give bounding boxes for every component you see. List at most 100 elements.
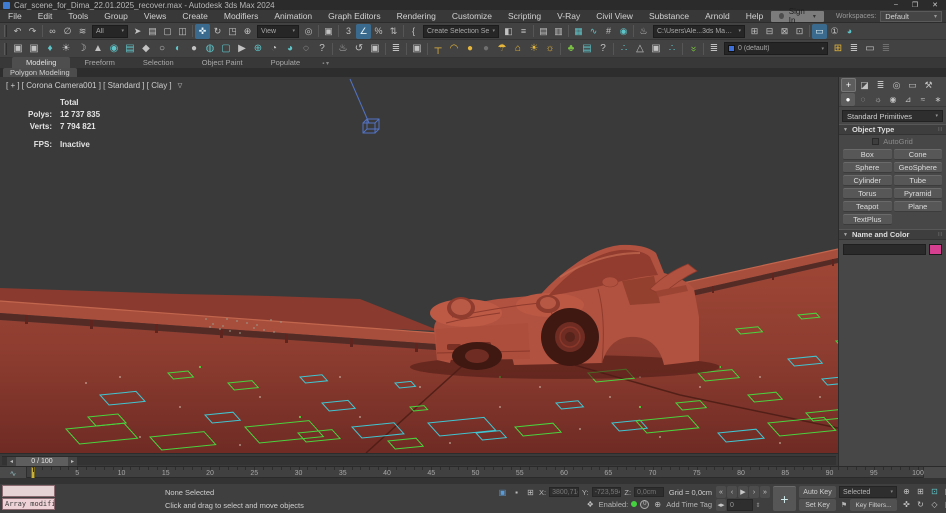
corona-light-disabled-icon[interactable]: ● xyxy=(478,41,494,57)
select-object-icon[interactable]: ➤ xyxy=(130,24,145,39)
object-type-geosphere-button[interactable]: GeoSphere xyxy=(894,162,943,173)
previous-frame-button[interactable]: ‹ xyxy=(727,486,737,498)
selection-lock-icon[interactable]: ▪ xyxy=(511,487,522,498)
corona-light-icon[interactable]: ♦ xyxy=(42,41,58,57)
align-icon[interactable]: ≡ xyxy=(516,24,531,39)
current-frame-field[interactable]: 0 xyxy=(727,499,753,511)
display-tab[interactable]: ▭ xyxy=(905,78,920,92)
menu-customize[interactable]: Customize xyxy=(444,11,500,21)
corona-sun-rays-icon[interactable]: ☼ xyxy=(542,41,558,57)
select-and-move-icon[interactable]: ✜ xyxy=(195,24,210,39)
ribbon-tab-object-paint[interactable]: Object Paint xyxy=(188,57,257,68)
add-time-tag-label[interactable]: Add Time Tag xyxy=(666,500,712,509)
pan-icon[interactable]: ✜ xyxy=(900,499,913,511)
filter-icon[interactable]: ∇ xyxy=(178,82,183,90)
window-crossing-icon[interactable]: ◫ xyxy=(175,24,190,39)
object-type-sphere-button[interactable]: Sphere xyxy=(843,162,892,173)
video-icon[interactable]: ▶ xyxy=(234,41,250,57)
percent-snap-icon[interactable]: % xyxy=(371,24,386,39)
go-to-end-button[interactable]: » xyxy=(760,486,770,498)
workspaces-dropdown[interactable]: Default ▾ xyxy=(880,11,942,22)
ribbon-config-icon[interactable]: ▪ ▾ xyxy=(322,60,329,68)
sphere-icon[interactable]: ● xyxy=(186,41,202,57)
menu-graph-editors[interactable]: Graph Editors xyxy=(320,11,388,21)
time-slider-value[interactable]: 0 / 100 xyxy=(16,457,68,466)
eye-icon[interactable]: ◔ xyxy=(266,41,282,57)
curve-editor-icon[interactable]: ∿ xyxy=(586,24,601,39)
cluster-icon[interactable]: ∴ xyxy=(664,41,680,57)
target-icon[interactable]: ⊕ xyxy=(250,41,266,57)
viewport-label[interactable]: [ + ] [ Corona Camera001 ] [ Standard ] … xyxy=(6,81,182,90)
object-type-plane-button[interactable]: Plane xyxy=(894,201,943,212)
name-and-color-rollout[interactable]: ▼ Name and Color ∷ xyxy=(839,229,946,240)
named-selection-sets-icon[interactable]: { xyxy=(406,24,421,39)
z-coordinate-field[interactable]: 0,0cm xyxy=(634,487,664,497)
select-and-place-icon[interactable]: ⊕ xyxy=(240,24,255,39)
swoosh-icon[interactable]: ↺ xyxy=(351,41,367,57)
bulb-icon[interactable]: ◍ xyxy=(202,41,218,57)
spinner-snap-icon[interactable]: ⇅ xyxy=(386,24,401,39)
menu-rendering[interactable]: Rendering xyxy=(389,11,444,21)
teapot-icon[interactable]: ♨ xyxy=(335,41,351,57)
render-setup-icon[interactable]: ♨ xyxy=(636,24,651,39)
sign-in-button[interactable]: Sign In ▾ xyxy=(771,11,824,22)
menu-substance[interactable]: Substance xyxy=(641,11,697,21)
named-sets-dropdown[interactable]: Create Selection Se▾ xyxy=(423,25,499,38)
zoom-extents-icon[interactable]: ⊡ xyxy=(928,486,941,498)
spacewarps-category[interactable]: ≈ xyxy=(916,93,930,106)
layers-stack-icon[interactable]: ≣ xyxy=(388,41,404,57)
ribbon-tab-freeform[interactable]: Freeform xyxy=(70,57,128,68)
ribbon-toggle-icon[interactable]: ▦ xyxy=(571,24,586,39)
select-and-scale-icon[interactable]: ◳ xyxy=(225,24,240,39)
object-type-teapot-button[interactable]: Teapot xyxy=(843,201,892,212)
bind-to-spacewarp-icon[interactable]: ≋ xyxy=(75,24,90,39)
sun-icon[interactable]: ☀ xyxy=(58,41,74,57)
orbit-icon[interactable]: ↻ xyxy=(914,499,927,511)
ribbon-tab-modeling[interactable]: Modeling xyxy=(12,57,70,68)
zoom-icon[interactable]: ⊕ xyxy=(900,486,913,498)
menu-animation[interactable]: Animation xyxy=(266,11,320,21)
notes-icon[interactable]: ▤ xyxy=(579,41,595,57)
use-pivot-center-icon[interactable]: ◎ xyxy=(301,24,316,39)
scene-explorer-icon[interactable]: ▤ xyxy=(536,24,551,39)
forest-pack-icon[interactable]: » xyxy=(685,41,701,57)
key-mode-toggle-icon[interactable]: ◂▸ xyxy=(716,499,726,511)
menu-civil-view[interactable]: Civil View xyxy=(588,11,641,21)
menu-v-ray[interactable]: V-Ray xyxy=(549,11,588,21)
menu-arnold[interactable]: Arnold xyxy=(697,11,738,21)
lights-category[interactable]: ☼ xyxy=(871,93,885,106)
menu-group[interactable]: Group xyxy=(96,11,136,21)
shapes-category[interactable]: ◌ xyxy=(856,93,870,106)
camera-classic-icon[interactable]: ▣ xyxy=(409,41,425,57)
go-to-start-button[interactable]: « xyxy=(716,486,726,498)
maximize-button[interactable]: ❐ xyxy=(912,1,918,9)
angle-snap-icon[interactable]: ∠ xyxy=(356,24,371,39)
autogrid-checkbox[interactable] xyxy=(872,138,879,145)
layer-manager-icon[interactable]: ≣ xyxy=(706,41,722,57)
render-last-icon[interactable]: ⊡ xyxy=(792,24,807,39)
new-sheet-icon[interactable]: ▭ xyxy=(862,41,878,57)
systems-category[interactable]: ∗ xyxy=(931,93,945,106)
toolbar-grip[interactable] xyxy=(4,43,7,55)
selection-filter-dropdown[interactable]: All▾ xyxy=(92,25,128,38)
corona-sphere-icon[interactable]: ◉ xyxy=(106,41,122,57)
schematic-view-icon[interactable]: # xyxy=(601,24,616,39)
swirl-icon[interactable]: ◕ xyxy=(282,41,298,57)
menu-create[interactable]: Create xyxy=(174,11,216,21)
track-bar[interactable]: ∿ 51015202530354045505560657075808590951… xyxy=(0,466,946,478)
select-by-name-icon[interactable]: ▤ xyxy=(145,24,160,39)
menu-help[interactable]: Help xyxy=(738,11,771,21)
material-editor-icon[interactable]: ◉ xyxy=(616,24,631,39)
add-time-tag-icon[interactable]: ⊕ xyxy=(652,499,663,510)
helpers-category[interactable]: ⊿ xyxy=(901,93,915,106)
cameras-category[interactable]: ◉ xyxy=(886,93,900,106)
select-and-rotate-icon[interactable]: ↻ xyxy=(210,24,225,39)
render-production-icon[interactable]: ① xyxy=(827,24,842,39)
torus-icon[interactable]: ○ xyxy=(154,41,170,57)
ribbon-tab-populate[interactable]: Populate xyxy=(257,57,315,68)
project-folder-dropdown[interactable]: C:\Users\Ale...3ds Max 2024▾ xyxy=(653,25,745,38)
redo-icon[interactable]: ↷ xyxy=(25,24,40,39)
rendered-frame-window-icon[interactable]: ▭ xyxy=(812,24,827,39)
corona-light-dome-icon[interactable]: ◠ xyxy=(446,41,462,57)
object-type-textplus-button[interactable]: TextPlus xyxy=(843,214,892,225)
